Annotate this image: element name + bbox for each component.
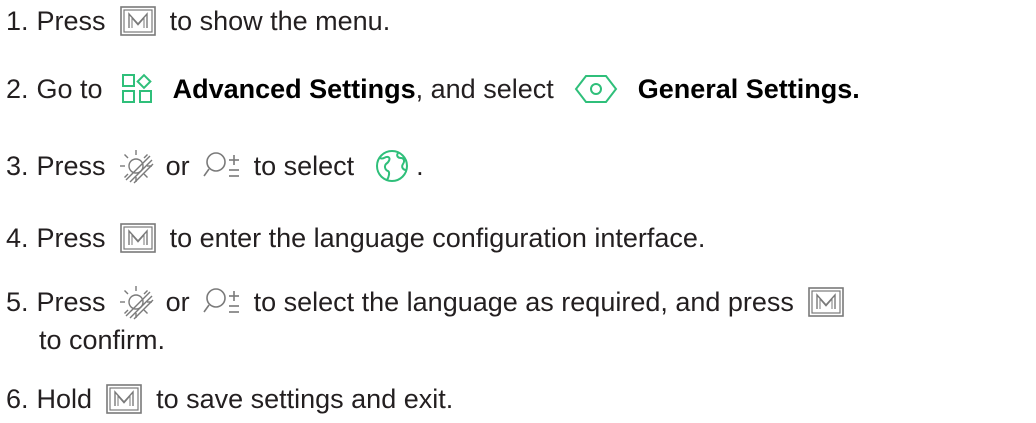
m-button-icon [119,6,156,36]
step-6-text-rest: to save settings and exit. [156,384,454,414]
zoom-icon [202,152,239,177]
step-6-text-hold: Hold [36,384,93,414]
step-4-number: 4. [6,223,29,253]
step-1-number: 1. [6,6,29,36]
step-3-text-end: . [416,151,424,181]
general-settings-icon [574,75,617,103]
step-2: 2. Go to Advanced Settings , and select … [6,72,860,106]
step-5: 5. Press or to select the language as re… [6,284,844,320]
step-5-number: 5. [6,287,29,317]
language-globe-icon [376,150,409,182]
step-5-text-or: or [165,287,190,317]
advanced-settings-label: Advanced Settings [172,74,416,104]
step-3-text-select: to select [253,151,355,181]
step-2-text-select: , and select [415,74,554,104]
general-settings-label: General Settings. [637,74,860,104]
step-5-text-select: to select the language as required, and … [253,287,794,317]
step-4: 4. Press to enter the language configura… [6,221,705,255]
brightness-icon [119,286,154,320]
m-button-icon [119,223,156,253]
m-button-icon [106,384,142,414]
step-3-text-press: Press [36,151,106,181]
step-5-text-press: Press [36,287,106,317]
step-2-text-goto: Go to [36,74,103,104]
step-3-number: 3. [6,151,29,181]
step-3: 3. Press or to select . [6,148,424,184]
step-4-text-press: Press [36,223,106,253]
step-3-text-or: or [165,151,190,181]
zoom-icon [202,288,239,313]
step-6-number: 6. [6,384,29,414]
m-button-icon [808,287,844,317]
brightness-icon [119,150,154,184]
step-2-number: 2. [6,74,29,104]
step-1-text-rest: to show the menu. [169,6,391,36]
advanced-settings-icon [121,73,152,103]
step-4-text-rest: to enter the language configuration inte… [169,223,706,253]
step-6: 6. Hold to save settings and exit. [6,382,453,416]
step-5-continuation: to confirm. [39,325,166,355]
step-1: 1. Press to show the menu. [6,4,390,38]
step-1-text-press: Press [36,6,106,36]
